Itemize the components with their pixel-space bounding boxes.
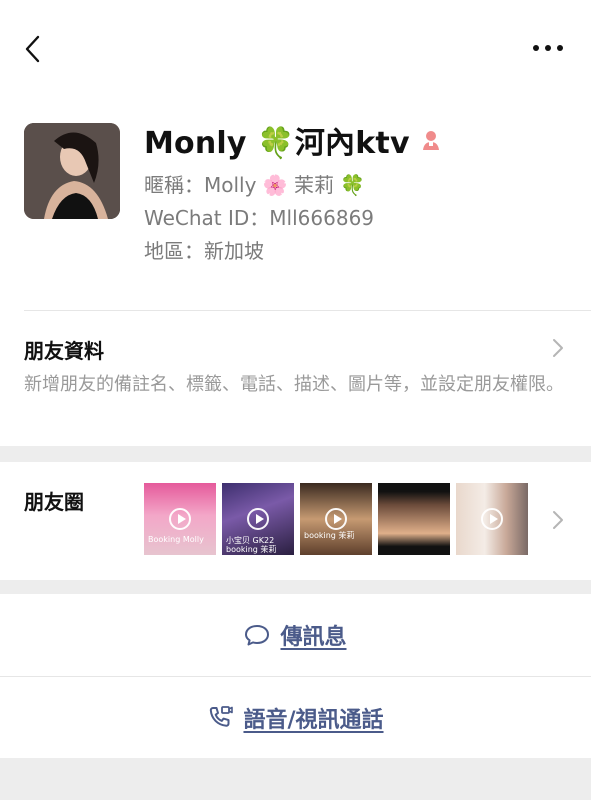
region: 地區：新加坡: [144, 239, 264, 263]
moment-thumbnail[interactable]: [378, 483, 450, 555]
avatar-photo: [24, 123, 120, 219]
thumbnail-caption: 小宝贝 GK22 booking 茉莉: [226, 536, 277, 554]
moment-thumbnail[interactable]: [456, 483, 528, 555]
moments-title: 朋友圈: [24, 490, 84, 514]
chevron-left-icon[interactable]: [20, 34, 46, 64]
chat-bubble-icon: [245, 625, 270, 646]
moment-thumbnail[interactable]: Booking Molly: [144, 483, 216, 555]
thumbnail-caption: booking 茉莉: [304, 531, 355, 540]
profile-name: Monly 🍀河內ktv: [144, 126, 410, 161]
voice-video-call-label: 語音/視訊通話: [243, 708, 384, 733]
avatar[interactable]: [24, 123, 120, 219]
friend-info-description: 新增朋友的備註名、標籤、電話、描述、圖片等，並設定朋友權限。: [24, 374, 564, 395]
female-icon: [422, 131, 439, 150]
friend-info-title: 朋友資料: [24, 339, 104, 363]
play-icon: [247, 508, 269, 530]
nickname: 暱稱：Molly 🌸 茉莉 🍀: [144, 173, 366, 197]
voice-video-call-button[interactable]: 語音/視訊通話: [0, 677, 591, 759]
action-panel: 傳訊息 語音/視訊通話: [0, 594, 591, 758]
wechat-id: WeChat ID：Mll666869: [144, 206, 375, 230]
play-icon: [325, 508, 347, 530]
more-dots-icon[interactable]: [530, 38, 566, 58]
moments-row[interactable]: 朋友圈 Booking Molly 小宝贝 GK22 booking 茉莉 bo…: [0, 462, 591, 580]
moment-thumbnail[interactable]: booking 茉莉: [300, 483, 372, 555]
chevron-right-icon: [553, 339, 563, 357]
chevron-right-icon: [553, 511, 563, 529]
thumbnail-caption: Booking Molly: [148, 535, 204, 544]
profile-card: Monly 🍀河內ktv 暱稱：Molly 🌸 茉莉 🍀 WeChat ID：M…: [0, 0, 591, 446]
play-icon: [169, 508, 191, 530]
send-message-button[interactable]: 傳訊息: [0, 594, 591, 676]
send-message-label: 傳訊息: [280, 625, 347, 650]
phone-video-icon: [210, 706, 234, 727]
play-icon: [481, 508, 503, 530]
moment-thumbnail[interactable]: 小宝贝 GK22 booking 茉莉: [222, 483, 294, 555]
